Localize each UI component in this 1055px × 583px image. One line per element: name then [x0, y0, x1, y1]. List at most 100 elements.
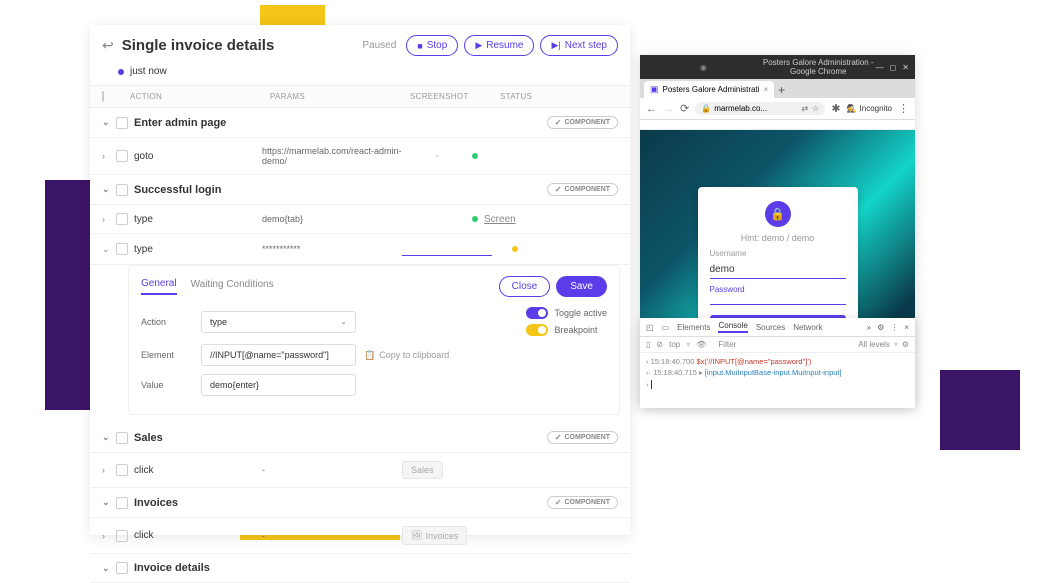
favicon-icon: ▣ [650, 84, 659, 95]
sidebar-toggle-icon[interactable]: ▯ [646, 340, 650, 349]
chevron-down-icon[interactable]: ⌄ [102, 244, 116, 255]
section-invoices[interactable]: ⌄ Invoices COMPONENT [90, 488, 630, 518]
step-row-click-1[interactable]: › click - Sales [90, 453, 630, 488]
checkbox[interactable] [116, 243, 128, 255]
tab-general[interactable]: General [141, 278, 177, 295]
chevron-right-icon[interactable]: › [102, 214, 116, 224]
chevron-down-icon[interactable]: ⌄ [102, 563, 116, 574]
back-arrow-icon[interactable]: ↩ [102, 37, 114, 54]
chevron-down-icon[interactable]: ⌄ [102, 184, 116, 195]
save-button[interactable]: Save [556, 276, 607, 297]
checkbox[interactable] [116, 117, 128, 129]
play-icon: ▶ [475, 40, 482, 51]
section-enter-admin[interactable]: ⌄ Enter admin page COMPONENT [90, 108, 630, 138]
devtools-settings-icon[interactable]: ⚙ [877, 323, 884, 332]
chevron-down-icon[interactable]: ⌄ [102, 432, 116, 443]
devtools-menu-icon[interactable]: ⋮ [890, 323, 898, 332]
tab-waiting-conditions[interactable]: Waiting Conditions [191, 279, 274, 294]
checkbox[interactable] [116, 530, 128, 542]
step-row-type-1[interactable]: › type demo{tab} Screen [90, 205, 630, 234]
chevron-down-icon[interactable]: ⌄ [102, 497, 116, 508]
screenshot-thumbnail[interactable]: Sales [402, 461, 443, 479]
section-label: Invoices [134, 497, 178, 509]
context-select[interactable]: top [669, 340, 680, 349]
chevron-right-icon[interactable]: › [102, 465, 116, 475]
minimize-icon[interactable]: — [876, 63, 884, 72]
status-pending-icon [512, 246, 518, 252]
tab-close-icon[interactable]: × [763, 85, 768, 94]
close-icon[interactable]: ✕ [902, 63, 909, 72]
checkbox[interactable] [116, 562, 128, 574]
section-label: Enter admin page [134, 117, 226, 129]
status-time: just now [130, 66, 167, 77]
star-icon[interactable]: ☆ [812, 104, 819, 113]
section-successful-login[interactable]: ⌄ Successful login COMPONENT [90, 175, 630, 205]
status-dot-icon [118, 69, 124, 75]
new-tab-button[interactable]: + [778, 83, 785, 97]
clear-console-icon[interactable]: ⊘ [656, 340, 663, 349]
tab-network[interactable]: Network [793, 323, 822, 332]
filter-input[interactable]: Filter [718, 340, 736, 349]
devtools-close-icon[interactable]: × [904, 323, 909, 332]
params: *********** [262, 244, 402, 254]
tab-sources[interactable]: Sources [756, 323, 785, 332]
checkbox[interactable] [116, 150, 128, 162]
component-badge: COMPONENT [547, 183, 618, 196]
value-input[interactable]: demo{enter} [201, 374, 356, 396]
checkbox[interactable] [116, 184, 128, 196]
screenshot-thumbnail[interactable]: 🖼Invoices [402, 526, 467, 545]
close-button[interactable]: Close [499, 276, 551, 297]
screen-link[interactable]: Screen [484, 214, 516, 225]
toggle-active-label: Toggle active [554, 308, 607, 318]
nav-forward-icon[interactable]: → [663, 103, 674, 115]
copy-to-clipboard[interactable]: 📋Copy to clipboard [364, 350, 449, 361]
menu-icon[interactable]: ⋮ [898, 102, 909, 115]
extension-icon[interactable]: ✱ [831, 102, 840, 115]
params: https://marmelab.com/react-admin-demo/ [262, 146, 402, 166]
device-icon[interactable]: ▭ [662, 323, 670, 332]
console-output[interactable]: › 15:18:40.700 $x('//INPUT[@name="passwo… [640, 353, 915, 408]
action-name: goto [134, 151, 262, 162]
decorative-purple-right [940, 370, 1020, 450]
toggle-breakpoint[interactable] [526, 324, 548, 336]
resume-button[interactable]: ▶Resume [464, 35, 534, 56]
element-input[interactable]: //INPUT[@name="password"] [201, 344, 356, 366]
action-name: type [134, 214, 262, 225]
step-row-goto[interactable]: › goto https://marmelab.com/react-admin-… [90, 138, 630, 175]
console-settings-icon[interactable]: ⚙ [902, 340, 909, 349]
section-invoice-details[interactable]: ⌄ Invoice details [90, 554, 630, 583]
password-input[interactable]: Password [710, 285, 846, 305]
chevron-down-icon[interactable]: ⌄ [102, 117, 116, 128]
chevron-right-icon[interactable]: › [102, 531, 116, 541]
username-input[interactable]: demo [710, 264, 846, 279]
checkbox[interactable] [116, 432, 128, 444]
live-expression-icon[interactable]: 👁 [696, 340, 706, 349]
checkbox[interactable] [116, 497, 128, 509]
action-select[interactable]: type⌄ [201, 311, 356, 333]
nav-reload-icon[interactable]: ⟳ [680, 102, 689, 115]
more-tabs-icon[interactable]: » [867, 323, 871, 332]
browser-tabbar: ▣ Posters Galore Administrati × + [640, 79, 915, 98]
nav-back-icon[interactable]: ← [646, 103, 657, 115]
inspect-icon[interactable]: ◰ [646, 323, 654, 332]
step-row-type-2[interactable]: ⌄ type *********** [90, 234, 630, 265]
checkbox[interactable] [116, 213, 128, 225]
col-screenshot: SCREENSHOT [410, 92, 500, 101]
maximize-icon[interactable]: ◻ [890, 63, 897, 72]
stop-button[interactable]: ■Stop [406, 35, 458, 56]
tab-elements[interactable]: Elements [677, 323, 710, 332]
checkbox[interactable] [116, 464, 128, 476]
chevron-right-icon[interactable]: › [102, 151, 116, 161]
action-name: click [134, 465, 262, 476]
next-step-button[interactable]: ▶|Next step [540, 35, 618, 56]
levels-select[interactable]: All levels [858, 340, 890, 349]
browser-tab[interactable]: ▣ Posters Galore Administrati × [644, 81, 774, 98]
translate-icon[interactable]: ⇄ [801, 104, 808, 113]
col-params: PARAMS [270, 92, 410, 101]
tab-console[interactable]: Console [718, 321, 747, 333]
checkbox-all[interactable] [102, 91, 104, 102]
section-sales[interactable]: ⌄ Sales COMPONENT [90, 423, 630, 453]
url-bar[interactable]: 🔒 marmelab.co... ⇄ ☆ [695, 102, 825, 115]
screenshot-input[interactable] [402, 242, 492, 256]
toggle-active[interactable] [526, 307, 548, 319]
